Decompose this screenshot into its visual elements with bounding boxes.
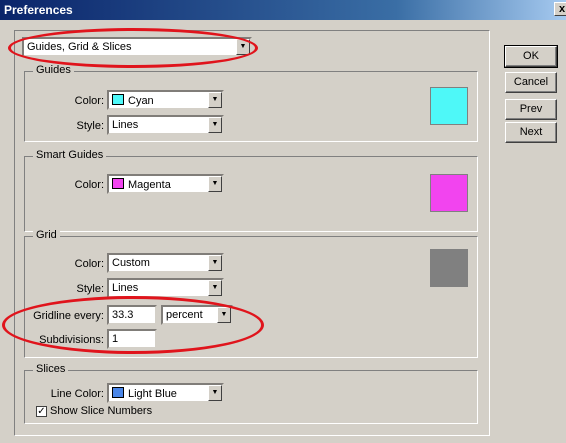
gridline-settings-highlight: [2, 296, 264, 354]
chevron-down-icon[interactable]: ▼: [208, 92, 222, 108]
grid-color-value: Custom: [112, 257, 150, 269]
grid-style-select[interactable]: Lines ▼: [107, 278, 224, 298]
title-bar: Preferences x: [0, 0, 566, 20]
ok-button[interactable]: OK: [504, 45, 558, 68]
guides-color-swatch: [112, 94, 124, 105]
check-icon: ✓: [37, 406, 46, 417]
guides-color-preview[interactable]: [430, 87, 468, 125]
prev-button[interactable]: Prev: [505, 99, 557, 120]
guides-style-select[interactable]: Lines ▼: [107, 115, 224, 135]
grid-style-label: Style:: [76, 283, 104, 295]
grid-group-title: Grid: [33, 229, 60, 241]
panel-select-highlight: [8, 28, 258, 68]
smart-guides-color-preview[interactable]: [430, 174, 468, 212]
smart-guides-color-value: Magenta: [128, 179, 171, 191]
slices-line-color-label: Line Color:: [50, 388, 104, 400]
guides-group-title: Guides: [33, 64, 74, 76]
smart-guides-group-title: Smart Guides: [33, 149, 107, 161]
cancel-button[interactable]: Cancel: [505, 72, 557, 93]
preferences-dialog: Guides, Grid & Slices ▼ Guides Color: Cy…: [2, 22, 564, 441]
chevron-down-icon[interactable]: ▼: [208, 176, 222, 192]
grid-color-select[interactable]: Custom ▼: [107, 253, 224, 273]
smart-guides-group: Smart Guides: [24, 149, 478, 232]
smart-guides-color-swatch: [112, 178, 124, 189]
show-slice-numbers-label[interactable]: Show Slice Numbers: [50, 405, 152, 417]
slices-line-color-swatch: [112, 387, 124, 398]
guides-style-label: Style:: [76, 120, 104, 132]
guides-style-value: Lines: [112, 119, 139, 131]
guides-color-select[interactable]: Cyan ▼: [107, 90, 224, 110]
grid-style-value: Lines: [112, 282, 139, 294]
slices-line-color-select[interactable]: Light Blue ▼: [107, 383, 224, 403]
chevron-down-icon[interactable]: ▼: [208, 385, 222, 401]
guides-color-value: Cyan: [128, 95, 154, 107]
chevron-down-icon[interactable]: ▼: [208, 255, 222, 271]
show-slice-numbers-checkbox[interactable]: ✓: [36, 406, 47, 417]
slices-group-title: Slices: [33, 363, 69, 375]
smart-guides-color-select[interactable]: Magenta ▼: [107, 174, 224, 194]
chevron-down-icon[interactable]: ▼: [208, 280, 222, 296]
next-button[interactable]: Next: [505, 122, 557, 143]
grid-color-label: Color:: [74, 258, 104, 270]
chevron-down-icon[interactable]: ▼: [208, 117, 222, 133]
smart-guides-color-label: Color:: [74, 179, 104, 191]
window-title: Preferences: [4, 3, 73, 17]
grid-color-preview[interactable]: [430, 249, 468, 287]
slices-line-color-value: Light Blue: [128, 388, 177, 400]
close-icon[interactable]: x: [554, 2, 566, 16]
guides-color-label: Color:: [74, 95, 104, 107]
